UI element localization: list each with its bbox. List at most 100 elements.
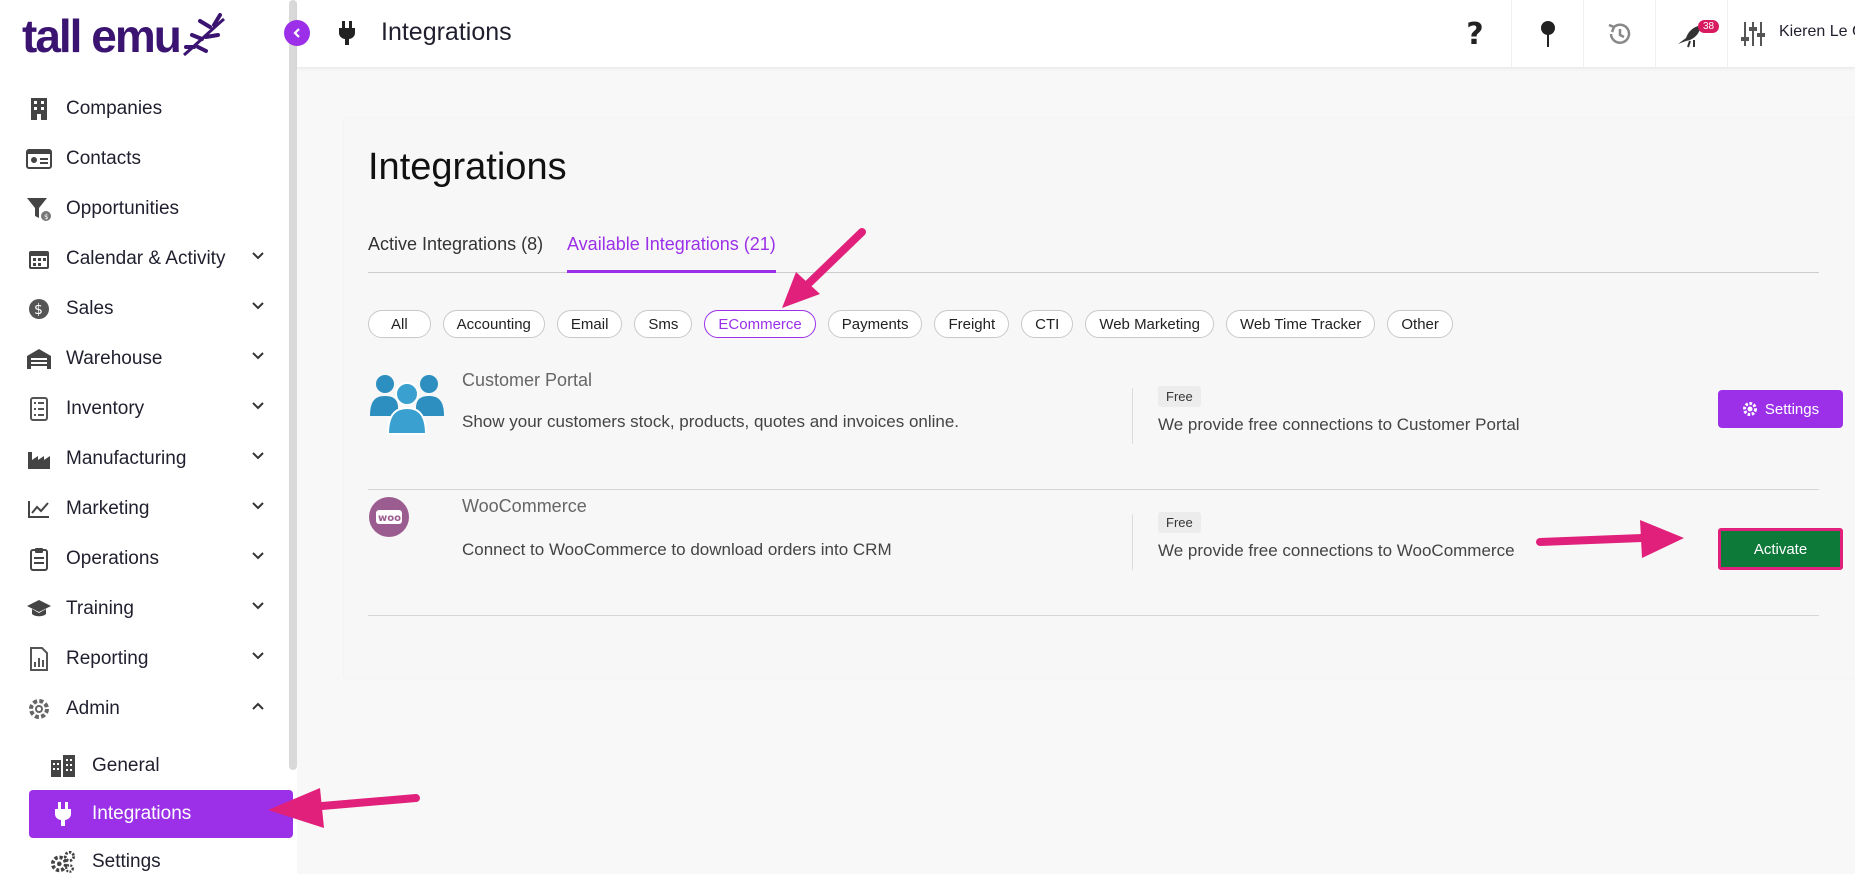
calendar-icon bbox=[26, 246, 52, 272]
integration-description: Show your customers stock, products, quo… bbox=[462, 412, 960, 431]
clipboard-icon bbox=[26, 546, 52, 572]
preferences-button[interactable] bbox=[1727, 0, 1777, 68]
sidebar-item-admin[interactable]: Admin bbox=[0, 684, 289, 734]
sidebar-item-sales[interactable]: $ Sales bbox=[0, 284, 289, 334]
sliders-icon bbox=[1740, 22, 1765, 46]
filter-email[interactable]: Email bbox=[556, 310, 623, 338]
sidebar-nav: Companies Contacts $ Opportunities Calen… bbox=[0, 84, 293, 874]
sidebar-item-label: Companies bbox=[66, 98, 163, 119]
sidebar-item-label: Contacts bbox=[66, 148, 141, 169]
logo[interactable]: tall emu bbox=[22, 8, 230, 64]
dollar-icon: $ bbox=[26, 296, 52, 322]
help-button[interactable]: ? bbox=[1439, 0, 1511, 68]
chevron-down-icon[interactable] bbox=[251, 251, 265, 261]
filter-freight[interactable]: Freight bbox=[934, 310, 1010, 338]
sidebar-item-contacts[interactable]: Contacts bbox=[0, 134, 289, 184]
warehouse-icon bbox=[26, 346, 52, 372]
divider bbox=[1132, 388, 1133, 444]
sidebar-item-operations[interactable]: Operations bbox=[0, 534, 289, 584]
chevron-up-icon[interactable] bbox=[251, 701, 265, 711]
pricing-badge: Free bbox=[1158, 512, 1201, 533]
pricing-text: We provide free connections to WooCommer… bbox=[1158, 541, 1515, 560]
sidebar-item-companies[interactable]: Companies bbox=[0, 84, 289, 134]
pin-button[interactable] bbox=[1511, 0, 1583, 68]
sidebar-subitem-general[interactable]: General bbox=[0, 742, 289, 790]
sidebar-item-warehouse[interactable]: Warehouse bbox=[0, 334, 289, 384]
svg-text:$: $ bbox=[34, 302, 43, 318]
integration-description: Connect to WooCommerce to download order… bbox=[462, 540, 892, 559]
activate-button[interactable]: Activate bbox=[1718, 528, 1843, 570]
history-button[interactable] bbox=[1583, 0, 1655, 68]
plug-icon bbox=[50, 801, 76, 827]
sidebar-item-marketing[interactable]: Marketing bbox=[0, 484, 289, 534]
chevron-down-icon[interactable] bbox=[251, 351, 265, 361]
sidebar-scrollbar[interactable] bbox=[289, 0, 297, 770]
section-title: Integrations bbox=[368, 146, 567, 188]
integration-name: WooCommerce bbox=[462, 496, 587, 516]
chart-line-icon bbox=[26, 496, 52, 522]
sidebar-item-manufacturing[interactable]: Manufacturing bbox=[0, 434, 289, 484]
graduation-cap-icon bbox=[26, 596, 52, 622]
sidebar-item-training[interactable]: Training bbox=[0, 584, 289, 634]
logo-text: tall emu bbox=[22, 10, 182, 62]
sidebar-item-label: Warehouse bbox=[66, 348, 163, 369]
sidebar-item-label: Training bbox=[66, 598, 134, 619]
page-title: Integrations bbox=[381, 18, 512, 46]
settings-button-label: Settings bbox=[1764, 400, 1820, 418]
sidebar-item-label: Calendar & Activity bbox=[66, 248, 226, 269]
sidebar-item-label: Manufacturing bbox=[66, 448, 187, 469]
chevron-left-icon bbox=[293, 28, 300, 38]
sidebar-subitem-settings[interactable]: Settings bbox=[0, 838, 289, 874]
filter-accounting[interactable]: Accounting bbox=[442, 310, 545, 338]
chevron-down-icon[interactable] bbox=[251, 451, 265, 461]
integrations-card: Integrations Active Integrations (8) Ava… bbox=[344, 118, 1855, 678]
chevron-down-icon[interactable] bbox=[251, 501, 265, 511]
sidebar-item-label: Marketing bbox=[66, 498, 150, 519]
settings-button[interactable]: Settings bbox=[1718, 390, 1843, 428]
annotation-arrow bbox=[268, 788, 420, 828]
filter-cti[interactable]: CTI bbox=[1021, 310, 1074, 338]
gear-icon bbox=[26, 696, 52, 722]
integration-name: Customer Portal bbox=[462, 370, 593, 390]
sidebar-item-calendar-activity[interactable]: Calendar & Activity bbox=[0, 234, 289, 284]
sidebar-item-reporting[interactable]: Reporting bbox=[0, 634, 289, 684]
notifications-button[interactable]: 38 bbox=[1655, 0, 1727, 68]
city-icon bbox=[50, 753, 76, 779]
notification-badge: 38 bbox=[1698, 20, 1720, 33]
gear-icon bbox=[1742, 402, 1757, 416]
annotation-arrow bbox=[782, 228, 866, 308]
plug-icon bbox=[337, 20, 357, 51]
filter-all[interactable]: All bbox=[368, 310, 431, 338]
sidebar-item-opportunities[interactable]: $ Opportunities bbox=[0, 184, 289, 234]
customer-group-icon bbox=[368, 370, 446, 441]
chevron-down-icon[interactable] bbox=[251, 601, 265, 611]
sidebar: tall emu Companies Contacts $ Opportunit… bbox=[0, 0, 297, 874]
sidebar-subitem-integrations[interactable]: Integrations bbox=[29, 790, 293, 838]
category-filters: All Accounting Email Sms ECommerce Payme… bbox=[368, 310, 1465, 338]
filter-web-marketing[interactable]: Web Marketing bbox=[1085, 310, 1214, 338]
chevron-down-icon[interactable] bbox=[251, 301, 265, 311]
building-icon bbox=[26, 96, 52, 122]
filter-other[interactable]: Other bbox=[1387, 310, 1453, 338]
tab-active-integrations[interactable]: Active Integrations (8) bbox=[368, 233, 543, 273]
divider bbox=[1132, 514, 1133, 570]
filter-web-time-tracker[interactable]: Web Time Tracker bbox=[1225, 310, 1376, 338]
tabs: Active Integrations (8) Available Integr… bbox=[368, 233, 1819, 273]
chevron-down-icon[interactable] bbox=[251, 551, 265, 561]
chevron-down-icon[interactable] bbox=[251, 651, 265, 661]
funnel-icon: $ bbox=[26, 196, 52, 222]
question-icon: ? bbox=[1466, 16, 1484, 52]
filter-sms[interactable]: Sms bbox=[634, 310, 693, 338]
pricing-badge: Free bbox=[1158, 386, 1201, 407]
sidebar-item-inventory[interactable]: Inventory bbox=[0, 384, 289, 434]
collapse-sidebar-button[interactable] bbox=[284, 20, 310, 46]
woocommerce-icon: woo bbox=[368, 496, 410, 543]
chevron-down-icon[interactable] bbox=[251, 401, 265, 411]
olive-branch-icon bbox=[182, 13, 225, 57]
sidebar-item-label: Inventory bbox=[66, 398, 145, 419]
list-icon bbox=[26, 396, 52, 422]
tab-available-integrations[interactable]: Available Integrations (21) bbox=[567, 233, 776, 273]
integration-row: Customer Portal Show your customers stoc… bbox=[368, 366, 1843, 490]
user-name[interactable]: Kieren Le G bbox=[1779, 23, 1855, 41]
sidebar-item-label: Sales bbox=[66, 298, 114, 319]
